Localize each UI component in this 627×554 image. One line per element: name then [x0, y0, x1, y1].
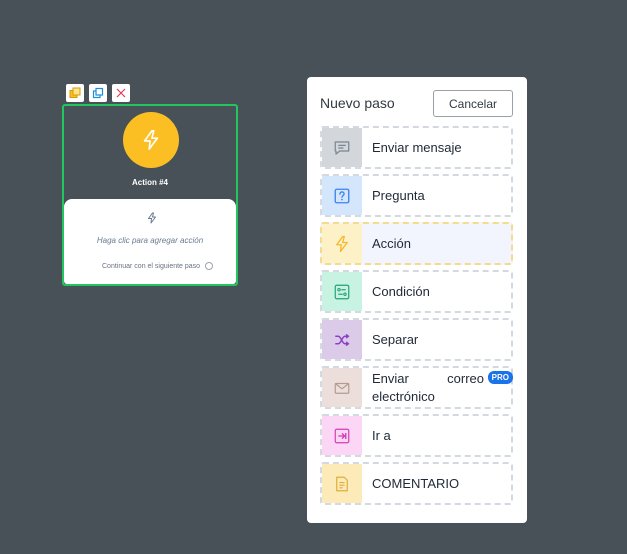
step-icon-tile: [322, 176, 362, 215]
step-icon-tile: [322, 128, 362, 167]
step-goto[interactable]: Ir a: [320, 414, 513, 457]
delete-node-button[interactable]: [112, 84, 130, 102]
goto-icon: [334, 428, 350, 443]
mail-icon: [334, 382, 350, 394]
step-split[interactable]: Separar: [320, 318, 513, 361]
step-label: Condición: [372, 283, 430, 299]
copy-icon: [69, 87, 81, 98]
panel-title: Nuevo paso: [320, 95, 395, 111]
step-label: Separar: [372, 331, 419, 347]
pro-badge: PRO: [487, 371, 513, 384]
node-icon: [123, 112, 179, 168]
continue-label: Continuar con el siguiente paso: [102, 262, 201, 270]
node-title: Action #4: [131, 178, 168, 187]
step-condition[interactable]: Condición: [320, 270, 513, 313]
duplicate-icon: [92, 87, 104, 99]
step-label: Acción: [372, 235, 412, 251]
step-icon-tile: [322, 368, 362, 407]
condition-icon: [334, 284, 350, 299]
node-body[interactable]: Haga clic para agregar acción Continuar …: [64, 199, 236, 284]
message-icon: [334, 140, 350, 155]
continue-next-step[interactable]: Continuar con el siguiente paso: [102, 262, 214, 270]
step-label: COMENTARIO: [372, 475, 460, 491]
question-icon: [334, 188, 350, 203]
step-send-message[interactable]: Enviar mensaje: [320, 126, 513, 169]
step-label: Enviar mensaje: [372, 139, 462, 155]
step-icon-tile: [322, 272, 362, 311]
duplicate-button[interactable]: [89, 84, 107, 102]
lightning-icon: [148, 212, 156, 224]
lightning-icon: [336, 235, 348, 252]
step-comment[interactable]: COMENTARIO: [320, 462, 513, 505]
note-icon: [336, 476, 348, 491]
step-label: Enviar correo electrónico: [362, 368, 484, 407]
action-node[interactable]: Action #4 Haga clic para agregar acción …: [62, 104, 238, 286]
new-step-panel: Nuevo paso Cancelar Enviar mensaje Pregu…: [307, 77, 527, 523]
step-icon-tile: [322, 224, 362, 263]
step-action[interactable]: Acción: [320, 222, 513, 265]
step-icon-tile: [322, 320, 362, 359]
close-icon: [116, 88, 126, 98]
copy-button[interactable]: [66, 84, 84, 102]
step-send-email[interactable]: Enviar correo electrónico PRO: [320, 366, 513, 409]
step-label: Ir a: [372, 427, 391, 443]
step-question[interactable]: Pregunta: [320, 174, 513, 217]
step-list: Enviar mensaje Pregunta Acción Condición…: [320, 126, 513, 510]
step-label: Pregunta: [372, 187, 425, 203]
lightning-icon: [143, 130, 159, 150]
step-label-line: Enviar correo: [372, 371, 484, 386]
step-label-line: electrónico: [372, 389, 435, 404]
shuffle-icon: [335, 333, 350, 346]
step-icon-tile: [322, 464, 362, 503]
add-action-hint[interactable]: Haga clic para agregar acción: [64, 236, 236, 245]
step-icon-tile: [322, 416, 362, 455]
cancel-button[interactable]: Cancelar: [433, 90, 513, 117]
connector-dot[interactable]: [205, 262, 214, 270]
node-toolbar: [66, 84, 130, 102]
